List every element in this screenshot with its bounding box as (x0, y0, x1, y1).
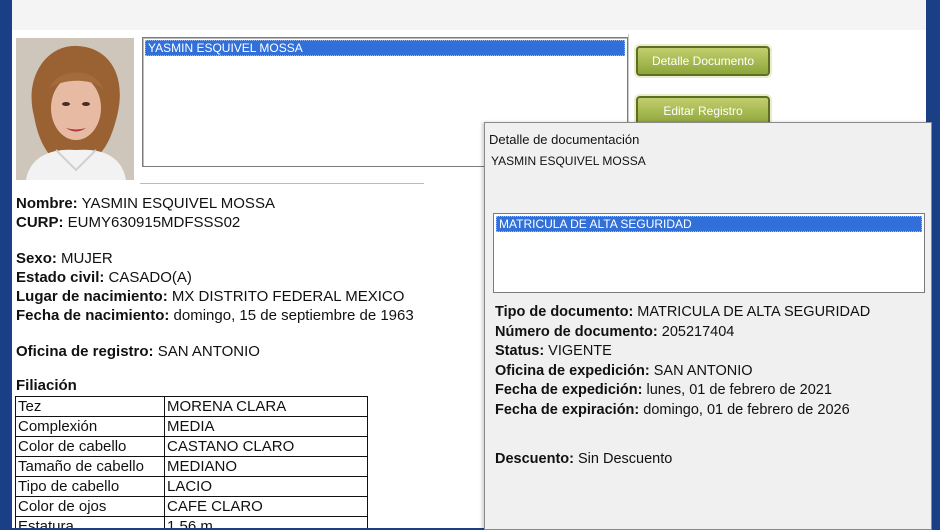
descuento-value: Sin Descuento (573, 451, 673, 467)
fecha-expedicion-value: lunes, 01 de febrero de 2021 (642, 382, 832, 398)
tipo-documento-value: MATRICULA DE ALTA SEGURIDAD (633, 304, 871, 320)
estado-civil-label: Estado civil: (16, 269, 105, 286)
curp-label: CURP: (16, 214, 64, 231)
tipo-documento-label: Tipo de documento: (495, 304, 634, 320)
descuento-label: Descuento: (495, 451, 574, 467)
table-row: Color de ojos CAFE CLARO (15, 496, 368, 517)
tipo-documento-row: Tipo de documento: MATRICULA DE ALTA SEG… (495, 303, 870, 323)
table-row: Tamaño de cabello MEDIANO (15, 456, 368, 477)
fecha-nacimiento-row: Fecha de nacimiento: domingo, 15 de sept… (16, 306, 414, 325)
oficina-expedicion-value: SAN ANTONIO (649, 362, 753, 379)
filiacion-label: Complexión (15, 416, 165, 437)
filiacion-value: MORENA CLARA (164, 396, 368, 417)
oficina-expedicion-row: Oficina de expedición: SAN ANTONIO (495, 362, 870, 382)
filiacion-label: Tez (15, 396, 165, 417)
status-value: VIGENTE (544, 343, 612, 359)
table-row: Color de cabello CASTANO CLARO (15, 436, 368, 457)
sexo-label: Sexo: (16, 250, 57, 267)
filiacion-value: 1.56 m (164, 516, 368, 528)
filiacion-value: MEDIA (164, 416, 368, 437)
lugar-nacimiento-value: MX DISTRITO FEDERAL MEXICO (167, 288, 405, 305)
fecha-expedicion-label: Fecha de expedición: (495, 382, 643, 398)
document-listbox[interactable]: MATRICULA DE ALTA SEGURIDAD (493, 213, 925, 293)
filiacion-value: CASTANO CLARO (164, 436, 368, 457)
curp-value: EUMY630915MDFSSS02 (63, 214, 241, 231)
table-row: Tipo de cabello LACIO (15, 476, 368, 497)
lugar-nacimiento-label: Lugar de nacimiento: (16, 288, 168, 305)
numero-documento-value: 205217404 (657, 323, 735, 340)
filiacion-title: Filiación (16, 377, 77, 394)
document-list-selected-item[interactable]: MATRICULA DE ALTA SEGURIDAD (496, 216, 922, 232)
filiacion-label: Color de cabello (15, 436, 165, 457)
name-list-selected-item[interactable]: YASMIN ESQUIVEL MOSSA (145, 40, 625, 56)
personal-info: Nombre: YASMIN ESQUIVEL MOSSA CURP: EUMY… (16, 194, 414, 361)
fecha-nacimiento-label: Fecha de nacimiento: (16, 307, 170, 324)
table-row: Estatura 1.56 m (15, 516, 368, 528)
document-details: Tipo de documento: MATRICULA DE ALTA SEG… (495, 303, 870, 420)
filiacion-value: MEDIANO (164, 456, 368, 477)
filiacion-label: Tipo de cabello (15, 476, 165, 497)
table-row: Tez MORENA CLARA (15, 396, 368, 417)
nombre-row: Nombre: YASMIN ESQUIVEL MOSSA (16, 194, 414, 213)
descuento-row: Descuento: Sin Descuento (495, 451, 672, 467)
filiacion-value: LACIO (164, 476, 368, 497)
filiacion-label: Tamaño de cabello (15, 456, 165, 477)
filiacion-label: Color de ojos (15, 496, 165, 517)
detalle-documento-button[interactable]: Detalle Documento (636, 46, 770, 76)
person-photo-icon (16, 38, 134, 180)
fecha-expiracion-value: domingo, 01 de febrero de 2026 (639, 401, 850, 418)
curp-row: CURP: EUMY630915MDFSSS02 (16, 213, 414, 232)
oficina-registro-value: SAN ANTONIO (153, 343, 260, 360)
nombre-value: YASMIN ESQUIVEL MOSSA (77, 195, 275, 212)
dialog-title: Detalle de documentación (489, 132, 640, 147)
status-row: Status: VIGENTE (495, 342, 870, 362)
fecha-expedicion-row: Fecha de expedición: lunes, 01 de febrer… (495, 381, 870, 401)
table-row: Complexión MEDIA (15, 416, 368, 437)
lugar-nacimiento-row: Lugar de nacimiento: MX DISTRITO FEDERAL… (16, 287, 414, 306)
fecha-nacimiento-value: domingo, 15 de septiembre de 1963 (169, 307, 414, 324)
oficina-expedicion-label: Oficina de expedición: (495, 362, 650, 379)
estado-civil-value: CASADO(A) (104, 269, 192, 286)
detalle-documentacion-dialog: Detalle de documentación YASMIN ESQUIVEL… (484, 122, 932, 530)
nombre-label: Nombre: (16, 195, 78, 212)
numero-documento-label: Número de documento: (495, 323, 658, 340)
top-strip (12, 0, 926, 30)
sexo-row: Sexo: MUJER (16, 249, 414, 268)
left-frame (0, 0, 12, 528)
person-photo (16, 38, 134, 180)
filiacion-label: Estatura (15, 516, 165, 528)
numero-documento-row: Número de documento: 205217404 (495, 323, 870, 343)
divider (140, 183, 424, 184)
oficina-registro-row: Oficina de registro: SAN ANTONIO (16, 342, 414, 361)
sexo-value: MUJER (56, 250, 113, 267)
filiacion-value: CAFE CLARO (164, 496, 368, 517)
dialog-person-name: YASMIN ESQUIVEL MOSSA (491, 154, 646, 168)
oficina-registro-label: Oficina de registro: (16, 343, 154, 360)
fecha-expiracion-row: Fecha de expiración: domingo, 01 de febr… (495, 401, 870, 421)
status-label: Status: (495, 343, 545, 359)
estado-civil-row: Estado civil: CASADO(A) (16, 268, 414, 287)
filiacion-table: Tez MORENA CLARA Complexión MEDIA Color de… (15, 396, 368, 528)
fecha-expiracion-label: Fecha de expiración: (495, 401, 640, 418)
